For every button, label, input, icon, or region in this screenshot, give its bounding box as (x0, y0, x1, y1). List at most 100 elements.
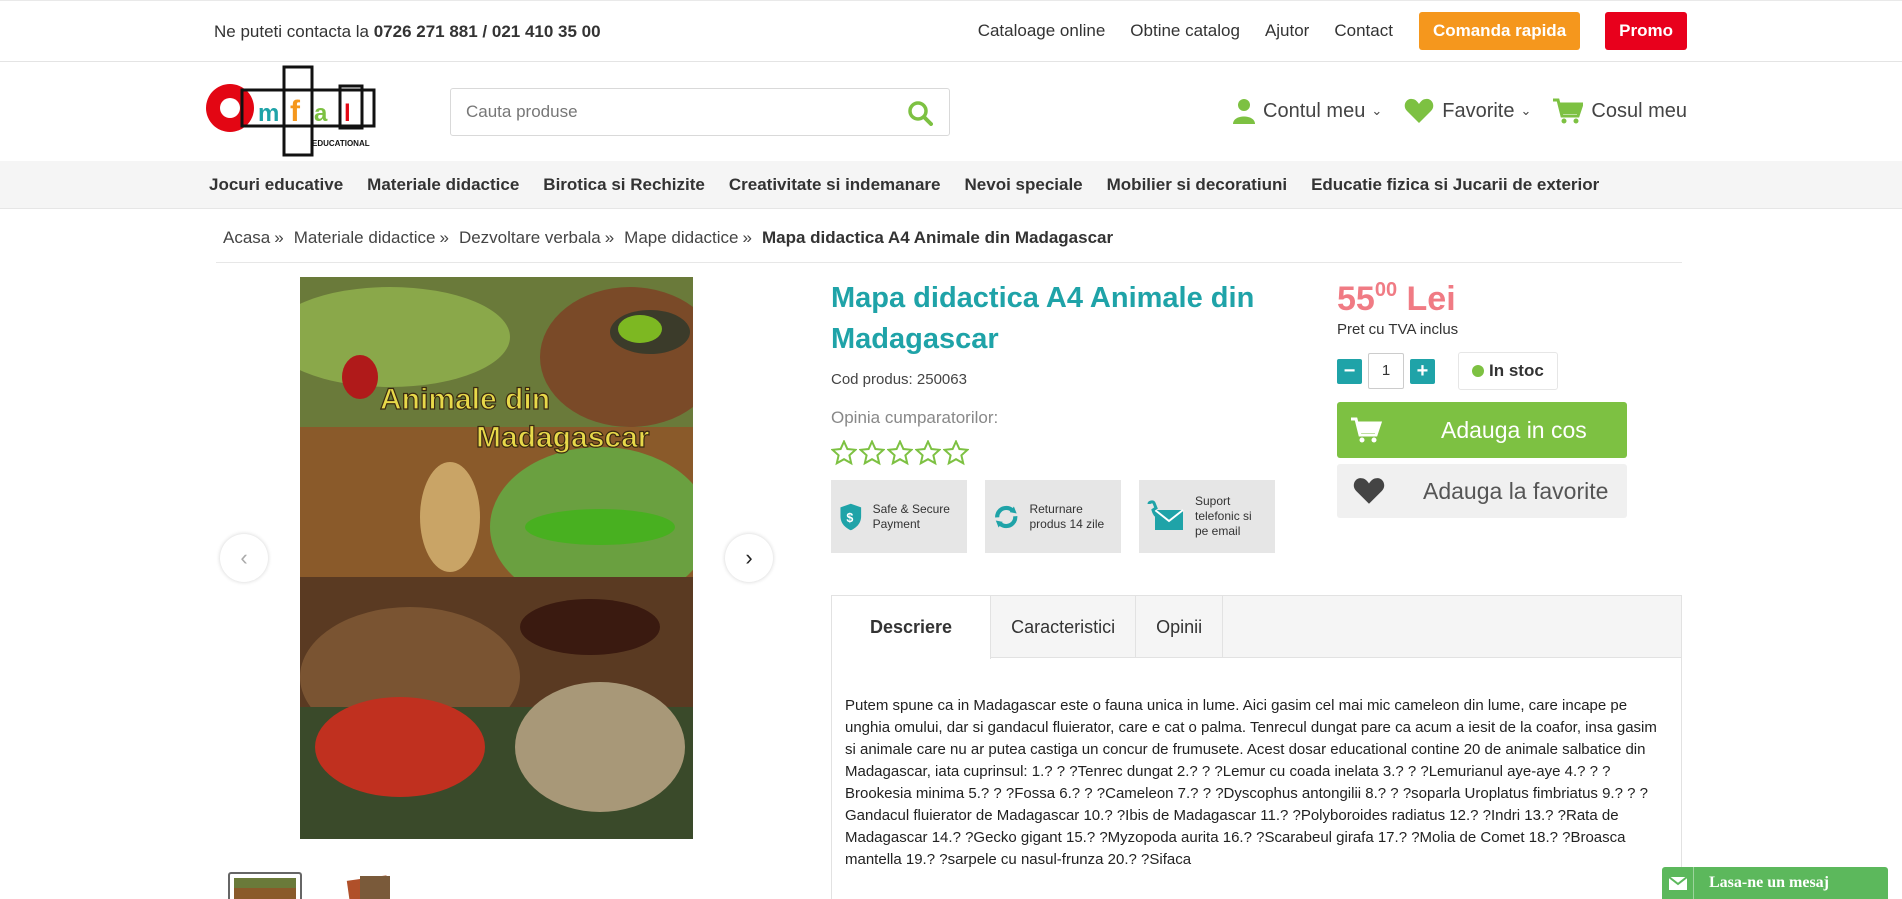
star-icon[interactable] (887, 440, 913, 466)
contact-phones[interactable]: 0726 271 881 / 021 410 35 00 (374, 22, 601, 41)
add-to-favorites-button[interactable]: Adauga la favorite (1337, 464, 1627, 518)
link-contact[interactable]: Contact (1334, 21, 1393, 41)
cart-link[interactable]: Cosul meu (1553, 98, 1687, 124)
badge-returns: Returnare produs 14 zile (985, 480, 1121, 553)
heart-icon (1404, 98, 1434, 123)
nav-item-teaching-materials[interactable]: Materiale didactice (367, 175, 519, 195)
minus-icon: − (1343, 359, 1356, 382)
gallery-thumbnail[interactable] (340, 872, 414, 899)
stock-dot-icon (1472, 365, 1484, 377)
breadcrumb-verbal-development[interactable]: Dezvoltare verbala (459, 228, 601, 248)
product-description: Putem spune ca in Madagascar este o faun… (845, 697, 1657, 868)
quantity-increase-button[interactable]: + (1410, 358, 1435, 384)
nav-item-furniture[interactable]: Mobilier si decoratiuni (1107, 175, 1287, 195)
badge-support: Suport telefonic si pe email (1139, 480, 1275, 553)
nav-item-special-needs[interactable]: Nevoi speciale (965, 175, 1083, 195)
svg-text:a: a (314, 100, 328, 127)
product-main-image[interactable]: Animale din Madagascar (300, 277, 693, 839)
quantity-stepper: − 1 + (1337, 353, 1435, 389)
badge-returns-text: Returnare produs 14 zile (1029, 501, 1105, 531)
favorites-label: Favorite (1442, 99, 1515, 122)
link-get-catalog[interactable]: Obtine catalog (1130, 21, 1240, 41)
promo-button[interactable]: Promo (1605, 12, 1687, 50)
star-icon[interactable] (943, 440, 969, 466)
chevron-down-icon: ⌄ (1371, 103, 1383, 118)
cart-label: Cosul meu (1591, 99, 1687, 122)
favorites-menu[interactable]: Favorite ⌄ (1404, 98, 1531, 124)
trust-badges: $ Safe & Secure Payment Returnare produs… (831, 480, 1293, 553)
header: m f a l EDUCATIONAL Contul meu ⌄ Favorit… (0, 62, 1902, 161)
gallery-thumbnail[interactable] (228, 872, 302, 899)
image-title-line1: Animale din (380, 383, 550, 416)
add-to-cart-label: Adauga in cos (1441, 416, 1587, 443)
product-tabs: Descriere Caracteristici Opinii Putem sp… (831, 595, 1682, 899)
search-input[interactable] (451, 89, 871, 135)
breadcrumb-teaching-materials[interactable]: Materiale didactice (294, 228, 436, 248)
tab-description[interactable]: Descriere (832, 596, 992, 659)
image-title-line2: Madagascar (476, 421, 650, 454)
account-label: Contul meu (1263, 99, 1366, 122)
rating-stars[interactable] (831, 440, 971, 466)
envelope-icon (1662, 867, 1694, 899)
cart-icon (1553, 98, 1584, 124)
gallery-prev-button[interactable]: ‹ (220, 534, 268, 582)
search-box (450, 88, 950, 136)
nav-item-physical-education[interactable]: Educatie fizica si Jucarii de exterior (1311, 175, 1599, 195)
phone-email-icon (1147, 499, 1184, 530)
tab-bar: Descriere Caracteristici Opinii (832, 596, 1681, 659)
link-online-catalogs[interactable]: Cataloage online (978, 21, 1106, 41)
vat-note: Pret cu TVA inclus (1337, 321, 1459, 338)
svg-text:l: l (344, 100, 351, 127)
account-menu[interactable]: Contul meu ⌄ (1233, 98, 1382, 124)
breadcrumb-home[interactable]: Acasa (223, 228, 270, 248)
tab-characteristics[interactable]: Caracteristici (991, 596, 1137, 658)
heart-icon (1353, 478, 1385, 504)
top-bar: Ne puteti contacta la 0726 271 881 / 021… (0, 0, 1902, 62)
search-icon[interactable] (907, 100, 933, 126)
add-to-favorites-label: Adauga la favorite (1423, 477, 1609, 504)
chat-widget-button[interactable]: Lasa-ne un mesaj (1662, 867, 1888, 899)
plus-icon: + (1416, 359, 1429, 382)
header-actions: Contul meu ⌄ Favorite ⌄ Cosul meu (1211, 98, 1687, 124)
svg-text:m: m (258, 100, 279, 127)
quantity-decrease-button[interactable]: − (1337, 358, 1362, 384)
quick-order-button[interactable]: Comanda rapida (1418, 12, 1581, 50)
gallery-next-button[interactable]: › (725, 534, 773, 582)
price-integer: 55 (1337, 280, 1375, 318)
product-title: Mapa didactica A4 Animale din Madagascar (831, 282, 1255, 355)
main-navigation: Jocuri educative Materiale didactice Bir… (0, 161, 1902, 209)
shield-dollar-icon: $ (840, 503, 862, 530)
star-icon[interactable] (859, 440, 885, 466)
site-logo[interactable]: m f a l EDUCATIONAL (202, 64, 382, 158)
badge-secure-payment: $ Safe & Secure Payment (831, 480, 967, 553)
contact-prefix: Ne puteti contacta la (214, 22, 369, 41)
nav-item-educational-games[interactable]: Jocuri educative (209, 175, 343, 195)
top-links: Cataloage online Obtine catalog Ajutor C… (953, 12, 1687, 50)
product-price: 5500 Lei (1337, 279, 1456, 319)
stock-status: In stoc (1458, 352, 1558, 390)
breadcrumb: Acasa» Materiale didactice» Dezvoltare v… (223, 228, 1114, 248)
divider (216, 262, 1682, 263)
user-icon (1233, 99, 1256, 124)
refresh-icon (995, 505, 1018, 528)
star-icon[interactable] (915, 440, 941, 466)
cart-icon (1351, 417, 1383, 443)
opinion-label: Opinia cumparatorilor: (831, 408, 999, 427)
product-code: Cod produs: 250063 (831, 371, 967, 388)
link-help[interactable]: Ajutor (1265, 21, 1309, 41)
svg-text:EDUCATIONAL: EDUCATIONAL (312, 139, 370, 148)
svg-text:$: $ (846, 511, 853, 525)
contact-info: Ne puteti contacta la 0726 271 881 / 021… (214, 22, 601, 42)
chevron-left-icon: ‹ (240, 545, 248, 570)
badge-support-text: Suport telefonic si pe email (1195, 494, 1252, 538)
tab-reviews[interactable]: Opinii (1136, 596, 1224, 658)
svg-text:f: f (290, 95, 301, 128)
quantity-input[interactable]: 1 (1368, 353, 1404, 389)
price-currency: Lei (1406, 280, 1456, 318)
nav-item-creativity[interactable]: Creativitate si indemanare (729, 175, 941, 195)
add-to-cart-button[interactable]: Adauga in cos (1337, 402, 1627, 458)
badge-secure-payment-text: Safe & Secure Payment (872, 501, 950, 531)
breadcrumb-didactic-folders[interactable]: Mape didactice (624, 228, 738, 248)
nav-item-office-supplies[interactable]: Birotica si Rechizite (543, 175, 705, 195)
star-icon[interactable] (831, 440, 857, 466)
